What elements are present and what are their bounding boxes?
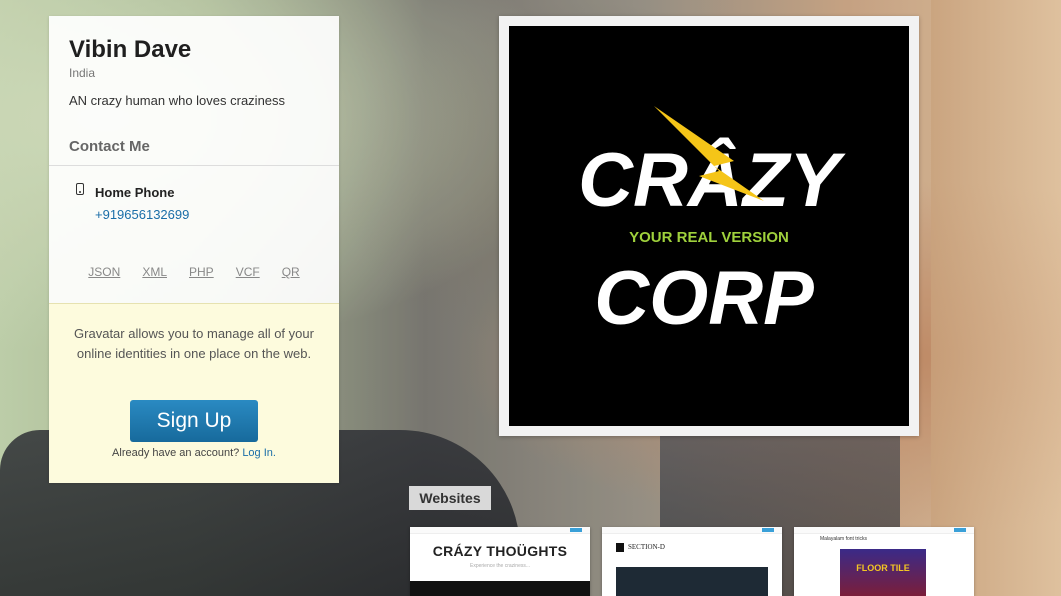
profile-avatar: CRÂZY YOUR REAL VERSION CORP <box>509 26 909 426</box>
background-door <box>931 0 1061 596</box>
thumbnail-button <box>570 528 582 532</box>
site-banner <box>410 581 590 596</box>
thumbnail-bar <box>794 527 974 534</box>
website-thumbnail-crazy-thoughts[interactable]: CRÁZY THOÜGHTS Experience the craziness.… <box>410 527 590 596</box>
site-subtitle: Experience the craziness... <box>469 563 531 569</box>
contact-heading: Contact Me <box>69 138 150 155</box>
divider <box>49 165 339 166</box>
signup-promo: Gravatar allows you to manage all of you… <box>49 303 339 483</box>
profile-avatar-frame: CRÂZY YOUR REAL VERSION CORP <box>499 16 919 436</box>
log-in-link[interactable]: Log In. <box>242 447 276 459</box>
site-banner: FLOOR TILE <box>840 549 926 596</box>
thumbnail-button <box>762 528 774 532</box>
account-prompt: Already have an account? Log In. <box>49 447 339 459</box>
profile-location: India <box>69 66 96 80</box>
format-php-link[interactable]: PHP <box>189 265 214 279</box>
mobile-phone-icon <box>76 183 84 195</box>
format-json-link[interactable]: JSON <box>88 265 120 279</box>
site-banner <box>616 567 768 596</box>
promo-text: Gravatar allows you to manage all of you… <box>74 326 314 361</box>
thumbnail-button <box>954 528 966 532</box>
thumbnail-bar <box>602 527 782 534</box>
format-links: JSON XML PHP VCF QR <box>49 265 339 279</box>
profile-about: AN crazy human who loves craziness <box>69 93 286 108</box>
website-thumbnail-section-d[interactable]: SECTION-D <box>602 527 782 596</box>
format-qr-link[interactable]: QR <box>282 265 300 279</box>
site-title: SECTION-D <box>628 543 665 551</box>
thumbnail-bar <box>410 527 590 534</box>
account-text: Already have an account? <box>112 447 240 459</box>
site-title: Malayalam font tricks <box>820 536 867 542</box>
sign-up-button[interactable]: Sign Up <box>130 400 258 442</box>
logo-tagline: YOUR REAL VERSION <box>629 229 789 246</box>
site-title: CRÁZY THOÜGHTS <box>432 543 568 559</box>
phone-label: Home Phone <box>95 185 175 200</box>
profile-card: Vibin Dave India AN crazy human who love… <box>49 16 339 483</box>
site-banner-text: FLOOR TILE <box>856 563 910 573</box>
crazy-corp-logo: CRÂZY YOUR REAL VERSION CORP <box>578 106 846 341</box>
format-xml-link[interactable]: XML <box>142 265 167 279</box>
site-logo-icon <box>616 543 624 552</box>
website-thumbnail-malayalam[interactable]: Malayalam font tricks FLOOR TILE <box>794 527 974 596</box>
format-vcf-link[interactable]: VCF <box>236 265 260 279</box>
logo-word-corp: CORP <box>594 256 814 341</box>
profile-name: Vibin Dave <box>69 36 192 63</box>
phone-number-link[interactable]: +919656132699 <box>95 207 189 222</box>
websites-heading: Websites <box>409 486 491 510</box>
